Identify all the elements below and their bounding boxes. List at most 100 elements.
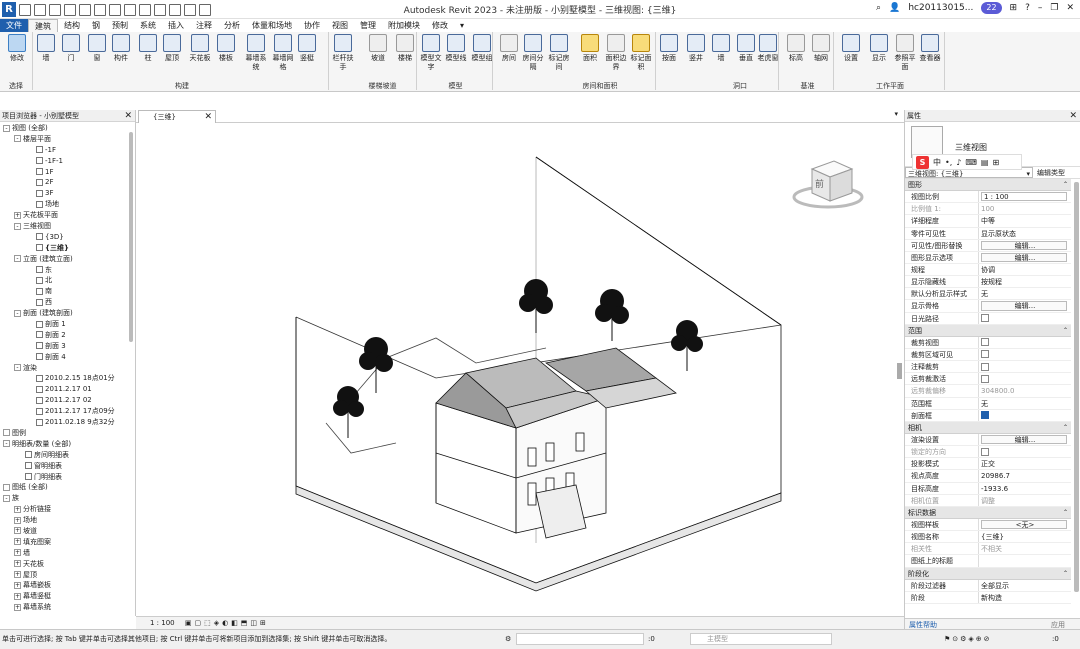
ribbon-button-3[interactable]: 窗 bbox=[84, 34, 110, 63]
property-value[interactable]: 全部显示 bbox=[979, 580, 1071, 591]
browser-tree-item[interactable]: - 立面 (建筑立面) bbox=[0, 254, 135, 265]
browser-tree-item[interactable]: 2011.2.17 02 bbox=[0, 395, 135, 406]
tab-9[interactable]: 体量和场地 bbox=[246, 19, 298, 32]
property-value[interactable]: 正交 bbox=[979, 458, 1071, 469]
browser-tree-item[interactable]: 房间明细表 bbox=[0, 450, 135, 461]
ribbon-button-30[interactable]: 轴网 bbox=[808, 34, 834, 63]
scroll-thumb[interactable] bbox=[897, 363, 902, 379]
view-scale[interactable]: 1 : 100 bbox=[150, 619, 175, 627]
expand-icon[interactable]: + bbox=[14, 538, 21, 546]
browser-tree-item[interactable]: + 分析链接 bbox=[0, 504, 135, 515]
property-section[interactable]: 标识数据 ⌃ bbox=[905, 506, 1071, 519]
ribbon-button-15[interactable]: 模型文字 bbox=[418, 34, 444, 72]
ribbon-button-16[interactable]: 模型线 bbox=[443, 34, 469, 63]
browser-tree-item[interactable]: 窗明细表 bbox=[0, 461, 135, 472]
property-value[interactable]: 无 bbox=[979, 398, 1071, 409]
property-edit-button[interactable]: 编辑... bbox=[981, 240, 1067, 250]
collapse-icon[interactable]: - bbox=[14, 364, 21, 372]
folder-icon[interactable] bbox=[3, 429, 10, 437]
selection-filter-icons[interactable]: ⚑⊙⚙◈⊕⊘ bbox=[944, 630, 992, 648]
property-value[interactable] bbox=[979, 555, 1071, 566]
close-icon[interactable]: ✕ bbox=[1069, 110, 1077, 122]
expand-icon[interactable]: + bbox=[14, 581, 21, 589]
expand-icon[interactable]: + bbox=[14, 505, 21, 513]
browser-tree-item[interactable]: 门明细表 bbox=[0, 472, 135, 483]
ribbon-button-6[interactable]: 屋顶 bbox=[159, 34, 185, 63]
folder-icon[interactable] bbox=[3, 483, 10, 491]
browser-tree-item[interactable]: + 屋顶 bbox=[0, 570, 135, 581]
browser-tree-item[interactable]: + 幕墙竖梃 bbox=[0, 591, 135, 602]
property-edit-button[interactable]: 编辑... bbox=[981, 301, 1067, 311]
expand-icon[interactable]: + bbox=[14, 592, 21, 600]
checkbox[interactable] bbox=[981, 338, 989, 347]
tab-10[interactable]: 协作 bbox=[298, 19, 326, 32]
property-checkbox-cell[interactable] bbox=[979, 410, 1071, 421]
browser-tree-item[interactable]: 2011.02.18 9点32分 bbox=[0, 417, 135, 428]
property-value[interactable]: 20986.7 bbox=[979, 470, 1071, 481]
ime-keyboard-icon[interactable]: ⌨ bbox=[965, 158, 977, 167]
ribbon-button-29[interactable]: 标高 bbox=[783, 34, 809, 63]
browser-tree-item[interactable]: -1F bbox=[0, 145, 135, 156]
close-icon[interactable]: ✕ bbox=[124, 110, 132, 122]
property-checkbox-cell[interactable] bbox=[979, 349, 1071, 360]
ribbon-button-32[interactable]: 显示 bbox=[866, 34, 892, 63]
browser-tree-item[interactable]: + 坡道 bbox=[0, 526, 135, 537]
ime-punct-icon[interactable]: •, bbox=[945, 158, 952, 167]
browser-tree-item[interactable]: 东 bbox=[0, 265, 135, 276]
ribbon-button-21[interactable]: 面积 bbox=[577, 34, 603, 63]
browser-scrollbar[interactable] bbox=[129, 132, 133, 342]
browser-tree-item[interactable]: - 楼层平面 bbox=[0, 134, 135, 145]
checkbox[interactable] bbox=[981, 314, 989, 323]
help-icon[interactable]: ? bbox=[1025, 3, 1030, 13]
tab-1[interactable]: 建筑 bbox=[28, 19, 58, 32]
ribbon-button-12[interactable]: 栏杆扶手 bbox=[330, 34, 356, 72]
ribbon-button-25[interactable]: 竖井 bbox=[683, 34, 709, 63]
ribbon-button-34[interactable]: 查看器 bbox=[917, 34, 943, 63]
property-section[interactable]: 图形 ⌃ bbox=[905, 179, 1071, 192]
tab-4[interactable]: 预制 bbox=[106, 19, 134, 32]
collapse-icon[interactable]: - bbox=[3, 124, 10, 132]
browser-tree-item[interactable]: 剖面 3 bbox=[0, 341, 135, 352]
properties-scrollbar[interactable] bbox=[1074, 182, 1079, 602]
3d-model-canvas[interactable]: 前 bbox=[136, 123, 904, 616]
viewport-scrollbar[interactable] bbox=[897, 133, 902, 613]
browser-tree-item[interactable]: {三维} bbox=[0, 243, 135, 254]
tab-8[interactable]: 分析 bbox=[218, 19, 246, 32]
collapse-icon[interactable]: - bbox=[14, 255, 21, 263]
browser-tree-item[interactable]: -1F-1 bbox=[0, 156, 135, 167]
property-value[interactable]: 新构造 bbox=[979, 592, 1071, 603]
tab-3[interactable]: 钢 bbox=[86, 19, 106, 32]
ime-skin-icon[interactable]: ▤ bbox=[981, 158, 989, 167]
browser-tree-item[interactable]: + 幕墙系统 bbox=[0, 602, 135, 613]
collapse-icon[interactable]: ⌃ bbox=[1063, 179, 1068, 191]
browser-tree-item[interactable]: - 渲染 bbox=[0, 363, 135, 374]
checkbox[interactable] bbox=[981, 350, 989, 359]
property-checkbox-cell[interactable] bbox=[979, 313, 1071, 324]
properties-help-link[interactable]: 属性帮助 bbox=[909, 621, 937, 629]
browser-tree-item[interactable]: + 天花板 bbox=[0, 559, 135, 570]
ribbon-button-11[interactable]: 竖梃 bbox=[294, 34, 320, 63]
browser-tree-item[interactable]: 2F bbox=[0, 177, 135, 188]
browser-tree-item[interactable]: 剖面 4 bbox=[0, 352, 135, 363]
ribbon-button-8[interactable]: 楼板 bbox=[213, 34, 239, 63]
tab-7[interactable]: 注释 bbox=[190, 19, 218, 32]
view-control-icons[interactable]: ▣▢⬚◈◐◧⬒◫⊞ bbox=[185, 619, 269, 627]
tab-dropdown-icon[interactable]: ▾ bbox=[894, 110, 898, 118]
expand-icon[interactable]: + bbox=[14, 560, 21, 568]
ime-mode-icon[interactable]: 中 bbox=[933, 157, 941, 168]
property-edit-button[interactable]: 编辑... bbox=[981, 252, 1067, 262]
ribbon-button-31[interactable]: 设置 bbox=[838, 34, 864, 63]
workset-dropdown[interactable] bbox=[516, 633, 644, 645]
design-option-dropdown[interactable]: 主模型 bbox=[690, 633, 832, 645]
property-value[interactable]: {三维} bbox=[979, 531, 1071, 542]
tab-0[interactable]: 文件 bbox=[0, 19, 28, 32]
3d-viewport[interactable]: 前 bbox=[136, 123, 904, 616]
property-value[interactable]: 无 bbox=[979, 288, 1071, 299]
notification-badge[interactable]: 22 bbox=[981, 2, 1002, 14]
property-value[interactable]: 协调 bbox=[979, 264, 1071, 275]
browser-tree-item[interactable]: 图纸 (全部) bbox=[0, 482, 135, 493]
browser-tree-item[interactable]: 2010.2.15 18点01分 bbox=[0, 373, 135, 384]
ribbon-button-7[interactable]: 天花板 bbox=[187, 34, 213, 63]
browser-tree-item[interactable]: 场地 bbox=[0, 199, 135, 210]
ribbon-button-13[interactable]: 坡道 bbox=[365, 34, 391, 63]
